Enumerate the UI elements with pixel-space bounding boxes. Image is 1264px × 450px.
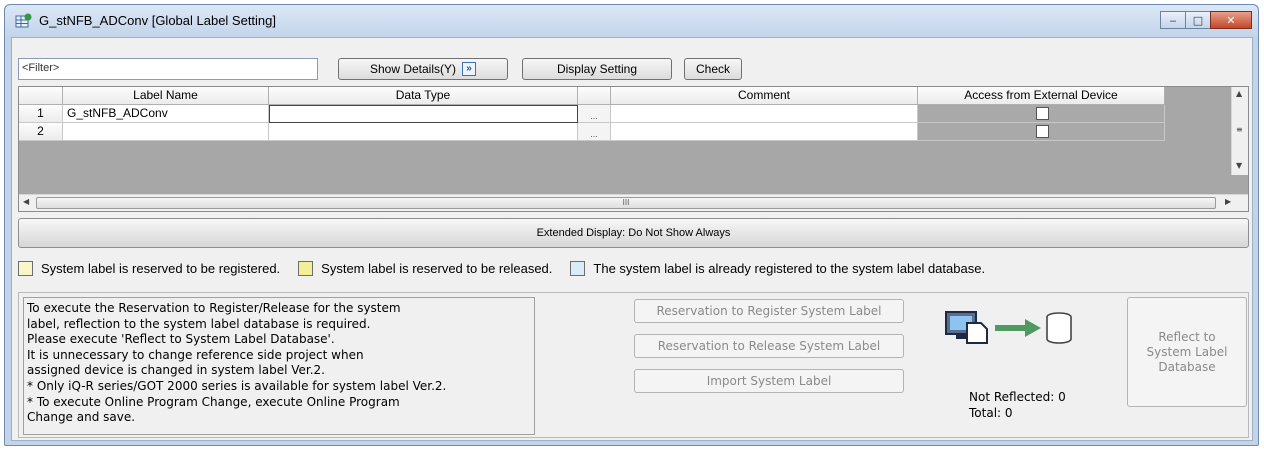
not-reflected-count: Not Reflected: 0 [969,390,1066,404]
show-details-button[interactable]: Show Details(Y) » [338,58,508,80]
horizontal-scrollbar[interactable]: ◀ III ▶ [19,194,1248,211]
filter-input[interactable]: <Filter> [18,58,318,80]
reserved-register-swatch [18,261,33,276]
legend-reserved-register: System label is reserved to be registere… [41,261,281,276]
total-count: Total: 0 [969,406,1013,420]
double-chevron-icon: » [462,62,477,76]
label-name-cell[interactable] [63,123,269,141]
external-access-checkbox[interactable] [1036,107,1049,120]
data-type-browse-button[interactable]: ... [578,123,611,141]
maximize-button[interactable]: □ [1185,11,1211,29]
client-area: <Filter> Show Details(Y) » Display Setti… [11,37,1253,441]
vertical-scrollbar[interactable]: ▲ ≡ ▼ [1231,87,1248,175]
reflect-label-line: Reflect to [1158,330,1216,344]
check-button[interactable]: Check [684,58,742,80]
info-line: * Only iQ-R series/GOT 2000 series is av… [27,378,447,393]
display-setting-button[interactable]: Display Setting [522,58,672,80]
info-line: Change and save. [27,410,136,425]
legend: System label is reserved to be registere… [18,261,1003,276]
legend-reserved-release: System label is reserved to be released. [321,261,553,276]
info-line: Please execute 'Reflect to System Label … [27,332,335,347]
data-type-cell[interactable] [269,123,578,141]
title-bar[interactable]: G_stNFB_ADConv [Global Label Setting] ‒ … [5,5,1258,37]
label-name-cell[interactable]: G_stNFB_ADConv [63,105,269,123]
reflect-label-line: Database [1158,360,1216,374]
label-grid: Label Name Data Type Comment Access from… [18,86,1249,212]
system-label-panel: To execute the Reservation to Register/R… [18,292,1249,438]
row-number: 2 [19,123,63,141]
col-comment[interactable]: Comment [611,87,918,105]
col-data-type-ellipsis [578,87,611,105]
info-text-box: To execute the Reservation to Register/R… [23,297,535,435]
row-number-header [19,87,63,105]
col-data-type[interactable]: Data Type [269,87,578,105]
grid-header: Label Name Data Type Comment Access from… [19,87,1165,105]
col-label-name[interactable]: Label Name [63,87,269,105]
window-title: G_stNFB_ADConv [Global Label Setting] [39,13,277,28]
global-label-setting-window: G_stNFB_ADConv [Global Label Setting] ‒ … [4,4,1259,446]
table-row[interactable]: 2 ... [19,123,1165,141]
reserved-release-swatch [298,261,314,276]
info-line: * To execute Online Program Change, exec… [27,394,400,409]
col-external-access[interactable]: Access from External Device [918,87,1165,105]
show-details-label: Show Details(Y) [369,62,457,76]
import-system-label-button[interactable]: Import System Label [634,369,904,393]
info-line: assigned device is changed in system lab… [27,363,325,378]
label-table-icon [15,13,32,28]
info-line: label, reflection to the system label da… [27,316,371,331]
external-access-checkbox[interactable] [1036,125,1049,138]
horizontal-scroll-thumb[interactable]: III [36,197,1216,209]
scroll-right-icon[interactable]: ▶ [1225,197,1231,206]
table-row[interactable]: 1 G_stNFB_ADConv ... [19,105,1165,123]
reserve-register-button[interactable]: Reservation to Register System Label [634,299,904,323]
scroll-down-icon[interactable]: ▼ [1236,161,1242,170]
data-type-cell[interactable] [269,105,578,123]
data-type-browse-button[interactable]: ... [578,105,611,123]
comment-cell[interactable] [611,105,918,123]
registered-swatch [570,261,586,276]
external-access-cell [918,123,1165,141]
reflect-label-line: System Label [1146,345,1228,359]
scroll-up-icon[interactable]: ▲ [1236,89,1242,98]
external-access-cell [918,105,1165,123]
comment-cell[interactable] [611,123,918,141]
minimize-button[interactable]: ‒ [1160,11,1186,29]
legend-registered: The system label is already registered t… [593,261,986,276]
scroll-left-icon[interactable]: ◀ [23,197,29,206]
reflect-to-database-button[interactable]: Reflect to System Label Database [1127,297,1247,407]
scroll-grip-icon: ≡ [1236,125,1243,134]
close-button[interactable]: ✕ [1210,11,1252,29]
reflect-to-database-icon [945,311,1072,344]
row-number: 1 [19,105,63,123]
info-line: To execute the Reservation to Register/R… [27,301,401,315]
extended-display-toggle[interactable]: Extended Display: Do Not Show Always [18,218,1249,248]
reserve-release-button[interactable]: Reservation to Release System Label [634,334,904,358]
info-line: It is unnecessary to change reference si… [27,347,364,362]
